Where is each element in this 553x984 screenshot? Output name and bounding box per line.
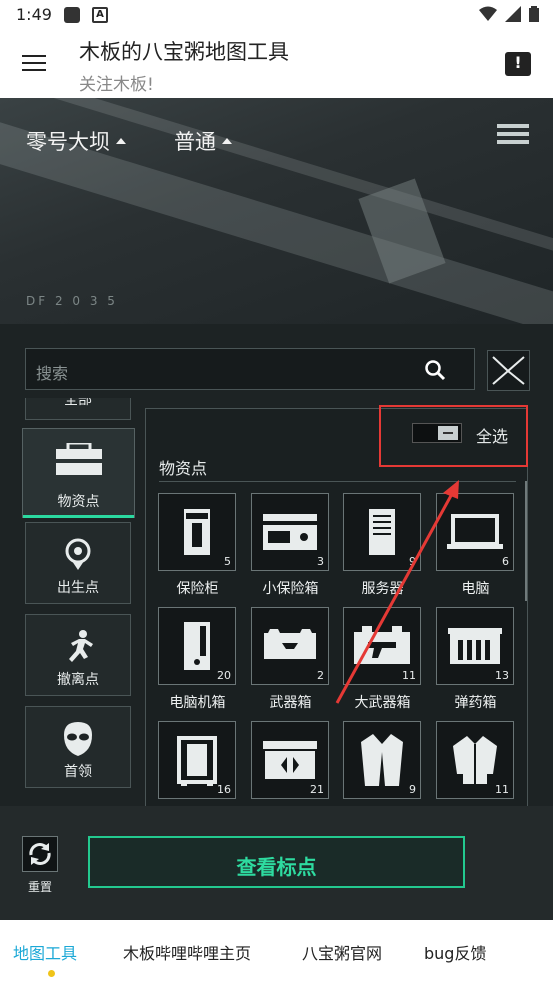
item-computer[interactable]: 6 — [436, 493, 514, 571]
item-server[interactable]: 9 — [343, 493, 421, 571]
notification-icon — [64, 7, 80, 23]
item-luggage[interactable]: 16 — [158, 721, 236, 799]
tab-bilibili-home[interactable]: 木板哔哩哔哩主页 — [123, 940, 251, 964]
tab-official-site[interactable]: 八宝粥官网 — [302, 940, 382, 964]
close-icon — [492, 356, 525, 385]
mask-icon — [64, 722, 92, 756]
selected-indicator — [48, 970, 55, 977]
refresh-icon — [29, 843, 51, 865]
list-icon[interactable] — [497, 124, 529, 148]
item-weapon-case[interactable]: 2 — [251, 607, 329, 685]
section-title: 物资点 — [159, 459, 208, 478]
category-supply-points[interactable]: 物资点 — [22, 428, 135, 518]
search-placeholder: 搜索 — [36, 364, 69, 383]
menu-icon[interactable] — [22, 55, 46, 73]
item-ammo-box[interactable]: 13 — [436, 607, 514, 685]
supply-crate-icon — [263, 741, 317, 779]
item-label: 大武器箱 — [354, 695, 411, 711]
difficulty-selector[interactable]: 普通 — [174, 126, 232, 156]
category-label: 首领 — [64, 764, 92, 780]
running-man-icon — [69, 630, 93, 662]
category-all[interactable]: 全部 — [25, 398, 131, 420]
report-icon[interactable]: ! — [505, 52, 531, 76]
search-input[interactable]: 搜索 — [25, 348, 475, 390]
bottom-actions: 重置 查看标点 — [0, 806, 553, 920]
category-bosses[interactable]: 首领 — [25, 706, 131, 788]
location-target-icon — [65, 538, 91, 570]
app-subtitle: 关注木板! — [79, 75, 154, 95]
app-title: 木板的八宝粥地图工具 — [79, 40, 289, 64]
item-label: 电脑机箱 — [169, 695, 226, 711]
jacket-icon — [453, 736, 497, 784]
luggage-icon — [177, 736, 217, 786]
item-label: 弹药箱 — [454, 695, 497, 711]
view-markers-label: 查看标点 — [236, 855, 317, 879]
item-large-weapon-case[interactable]: 11 — [343, 607, 421, 685]
item-label: 电脑 — [461, 581, 490, 597]
item-label: 武器箱 — [269, 695, 312, 711]
tab-bug-feedback[interactable]: bug反馈 — [424, 940, 486, 964]
map-preview: 零号大坝 普通 DF 2 0 3 5 — [0, 98, 553, 324]
status-time: 1:49 — [16, 5, 52, 24]
signal-icon — [505, 6, 521, 22]
tab-map-tool[interactable]: 地图工具 — [13, 940, 77, 964]
bottom-tab-bar: 地图工具 木板哔哩哔哩主页 八宝粥官网 bug反馈 — [0, 920, 553, 984]
df-watermark: DF 2 0 3 5 — [26, 294, 118, 308]
item-label: 小保险箱 — [262, 581, 319, 597]
map-name: 零号大坝 — [26, 130, 110, 154]
crate-icon — [55, 443, 102, 475]
pc-case-icon — [184, 622, 210, 670]
server-icon — [369, 509, 395, 555]
category-spawn-points[interactable]: 出生点 — [25, 522, 131, 604]
small-safe-icon — [263, 514, 317, 550]
item-small-safe[interactable]: 3 — [251, 493, 329, 571]
item-jacket[interactable]: 11 — [436, 721, 514, 799]
app-bar: 木板的八宝粥地图工具 关注木板! ! — [0, 30, 553, 98]
scrollbar[interactable] — [525, 481, 527, 601]
item-supply-crate[interactable]: 21 — [251, 721, 329, 799]
status-bar: 1:49 A — [0, 0, 553, 30]
weapon-case-icon — [264, 629, 316, 659]
coat-icon — [361, 734, 403, 786]
view-markers-button[interactable]: 查看标点 — [88, 836, 465, 888]
difficulty-name: 普通 — [174, 130, 216, 154]
item-grid: 全选 物资点 5 保险柜 3 小保险箱 9 服务器 6 电脑 20 电脑机箱 2… — [145, 408, 528, 806]
filter-panel: 搜索 全部 物资点 出生点 撤离点 首领 全选 物资点 5 保险柜 3 小保险箱… — [0, 324, 553, 806]
reset-button[interactable] — [22, 836, 58, 872]
reset-label: 重置 — [27, 880, 52, 894]
category-label: 物资点 — [57, 494, 100, 510]
item-label: 保险柜 — [176, 581, 219, 597]
close-button[interactable] — [487, 350, 530, 391]
large-weapon-case-icon — [354, 626, 410, 664]
annotation-highlight-box — [379, 405, 528, 467]
item-label: 服务器 — [361, 581, 404, 597]
laptop-icon — [447, 514, 503, 549]
caret-up-icon — [116, 138, 126, 144]
item-pc-case[interactable]: 20 — [158, 607, 236, 685]
item-coat[interactable]: 9 — [343, 721, 421, 799]
category-label: 出生点 — [57, 580, 99, 596]
battery-icon — [529, 6, 539, 22]
wifi-icon — [479, 6, 497, 21]
category-label: 撤离点 — [57, 672, 99, 688]
category-extraction-points[interactable]: 撤离点 — [25, 614, 131, 696]
safe-icon — [184, 509, 210, 555]
map-selector[interactable]: 零号大坝 — [26, 126, 126, 156]
ammo-box-icon — [448, 628, 502, 664]
app-a-icon: A — [92, 7, 108, 23]
item-safe[interactable]: 5 — [158, 493, 236, 571]
search-icon[interactable] — [424, 359, 446, 381]
caret-up-icon — [222, 138, 232, 144]
